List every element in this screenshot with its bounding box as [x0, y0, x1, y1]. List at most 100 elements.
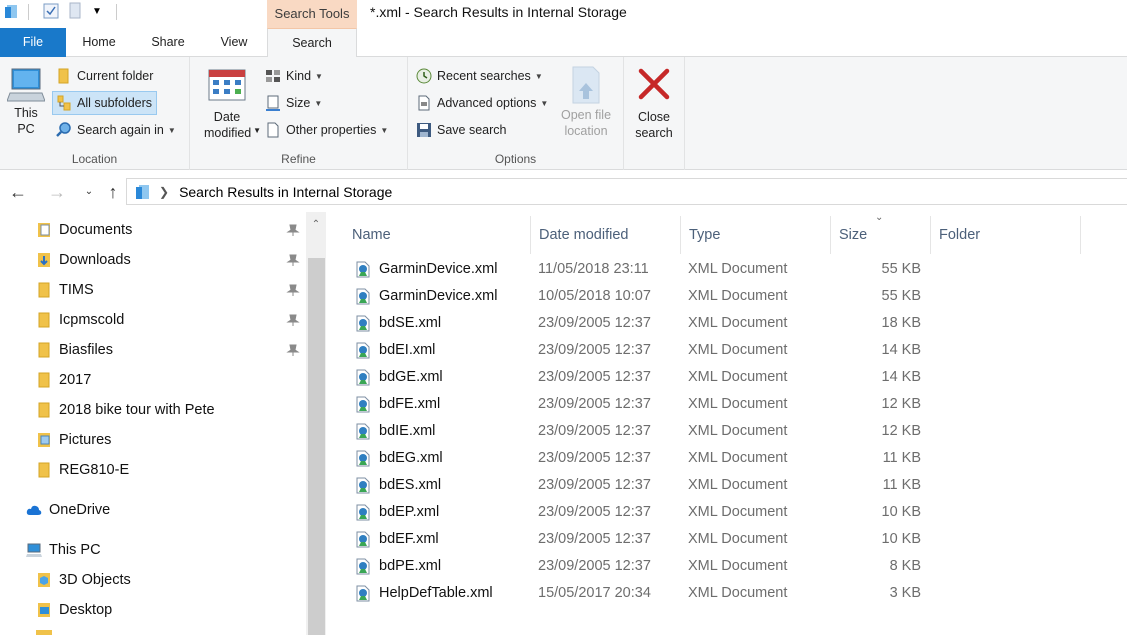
- column-header-folder[interactable]: Folder: [931, 216, 1081, 254]
- nav-item-2018-bike-tour[interactable]: 2018 bike tour with Pete: [36, 395, 215, 425]
- search-again-in-button[interactable]: Search again in ▼: [56, 119, 176, 141]
- table-row[interactable]: HelpDefTable.xml 15/05/2017 20:34 XML Docu…: [327, 580, 1127, 607]
- chevron-down-icon: ▼: [534, 71, 543, 81]
- file-type: XML Document: [688, 477, 788, 493]
- nav-item-2017[interactable]: 2017: [36, 365, 91, 395]
- folder-icon: [38, 342, 50, 358]
- table-row[interactable]: bdEG.xml 23/09/2005 12:37 XML Document 11 K…: [327, 445, 1127, 472]
- table-row[interactable]: GarminDevice.xml 11/05/2018 23:11 XML Docu…: [327, 256, 1127, 283]
- nav-item-desktop[interactable]: Desktop: [36, 595, 112, 625]
- file-name: bdEG.xml: [379, 450, 443, 466]
- chevron-down-icon: ▼: [540, 98, 549, 108]
- folder-icon: [38, 402, 50, 418]
- table-row[interactable]: bdFE.xml 23/09/2005 12:37 XML Document 12 K…: [327, 391, 1127, 418]
- new-folder-icon[interactable]: [68, 2, 88, 22]
- address-path[interactable]: Search Results in Internal Storage: [179, 184, 392, 200]
- pin-icon[interactable]: [286, 313, 300, 327]
- folder-icon: [38, 282, 50, 298]
- pin-icon[interactable]: [286, 253, 300, 267]
- current-folder-button[interactable]: Current folder: [56, 65, 153, 87]
- open-file-location-button[interactable]: Open file location: [556, 65, 616, 139]
- table-row[interactable]: bdEF.xml 23/09/2005 12:37 XML Document 10 K…: [327, 526, 1127, 553]
- nav-item-label: 3D Objects: [59, 572, 131, 588]
- tab-search[interactable]: Search: [267, 28, 357, 58]
- desktop-folder-icon: [38, 603, 50, 617]
- file-date-modified: 23/09/2005 12:37: [538, 477, 651, 493]
- breadcrumb-chevron-icon[interactable]: ❯: [159, 185, 169, 199]
- scroll-up-icon[interactable]: ⌃: [306, 212, 326, 238]
- file-size: 10 KB: [881, 504, 922, 520]
- customize-qat-icon[interactable]: ▼: [92, 0, 112, 20]
- nav-item-onedrive[interactable]: OneDrive: [26, 495, 110, 525]
- nav-item-pictures[interactable]: Pictures: [36, 425, 111, 455]
- save-search-button[interactable]: Save search: [416, 119, 506, 141]
- xml-file-icon: [356, 315, 370, 332]
- navigation-pane: Documents Downloads TIMS Icpmscold Biasf…: [0, 212, 326, 635]
- pin-icon[interactable]: [286, 283, 300, 297]
- table-row[interactable]: bdGE.xml 23/09/2005 12:37 XML Document 14 K…: [327, 364, 1127, 391]
- search-results-icon: [136, 184, 149, 199]
- file-name: bdFE.xml: [379, 396, 441, 412]
- pin-icon[interactable]: [286, 343, 300, 357]
- nav-item-3d-objects[interactable]: 3D Objects: [36, 565, 131, 595]
- nav-item-reg810-e[interactable]: REG810-E: [36, 455, 129, 485]
- nav-item-biasfiles[interactable]: Biasfiles: [36, 335, 113, 365]
- table-row[interactable]: bdEI.xml 23/09/2005 12:37 XML Document 14 K…: [327, 337, 1127, 364]
- recent-searches-button[interactable]: Recent searches ▼: [416, 65, 543, 87]
- nav-item-icpmscold[interactable]: Icpmscold: [36, 305, 124, 335]
- tab-home[interactable]: Home: [66, 28, 132, 57]
- column-header-type[interactable]: Type: [681, 216, 831, 254]
- nav-item-this-pc[interactable]: This PC: [26, 535, 101, 565]
- tab-file[interactable]: File: [0, 28, 66, 57]
- file-name: bdEF.xml: [379, 531, 439, 547]
- back-arrow-icon[interactable]: ←: [7, 178, 29, 206]
- this-pc-button[interactable]: This PC: [4, 67, 48, 137]
- nav-item-tims[interactable]: TIMS: [36, 275, 94, 305]
- close-search-label: Close search: [635, 110, 673, 140]
- other-properties-button[interactable]: Other properties ▼: [265, 119, 388, 141]
- nav-item-downloads[interactable]: Downloads: [36, 245, 131, 275]
- explorer-app-icon[interactable]: [4, 2, 24, 22]
- table-row[interactable]: bdPE.xml 23/09/2005 12:37 XML Document 8 KB: [327, 553, 1127, 580]
- file-size: 11 KB: [882, 450, 921, 466]
- nav-item-label: Pictures: [59, 432, 112, 448]
- cloud-icon: [26, 505, 42, 515]
- file-date-modified: 23/09/2005 12:37: [538, 369, 651, 385]
- recent-locations-chevron-icon[interactable]: ⌄: [78, 178, 100, 206]
- file-size: 3 KB: [889, 585, 921, 601]
- properties-icon[interactable]: [42, 2, 62, 22]
- date-modified-button[interactable]: Date modified ▼: [202, 67, 261, 141]
- table-row[interactable]: bdEP.xml 23/09/2005 12:37 XML Document 10 K…: [327, 499, 1127, 526]
- table-row[interactable]: bdES.xml 23/09/2005 12:37 XML Document 11 K…: [327, 472, 1127, 499]
- advanced-options-icon: [418, 95, 430, 111]
- close-search-button[interactable]: Close search: [628, 67, 680, 141]
- xml-file-icon: [356, 396, 370, 413]
- pin-icon[interactable]: [286, 223, 300, 237]
- nav-item-documents[interactable]: Documents: [36, 215, 132, 245]
- group-label-options: Options: [494, 152, 537, 166]
- tab-share[interactable]: Share: [134, 28, 202, 57]
- scrollbar-thumb[interactable]: [308, 258, 325, 635]
- open-file-location-label: Open file location: [560, 108, 612, 138]
- file-name: bdEP.xml: [379, 504, 440, 520]
- table-row[interactable]: GarminDevice.xml 10/05/2018 10:07 XML Docu…: [327, 283, 1127, 310]
- column-header-name[interactable]: Name: [344, 216, 531, 254]
- nav-item-label: REG810-E: [59, 462, 130, 478]
- forward-arrow-icon[interactable]: →: [46, 178, 68, 206]
- size-button[interactable]: Size ▼: [265, 92, 322, 114]
- ribbon-group-close: Close search: [624, 57, 685, 170]
- all-subfolders-button[interactable]: All subfolders: [52, 91, 158, 115]
- nav-item-label: Biasfiles: [59, 342, 113, 358]
- column-header-date-modified[interactable]: Date modified: [531, 216, 681, 254]
- up-arrow-icon[interactable]: ↑: [102, 178, 124, 206]
- nav-item-label: OneDrive: [49, 502, 111, 518]
- advanced-options-button[interactable]: Advanced options ▼: [416, 92, 548, 114]
- tab-view[interactable]: View: [202, 28, 266, 57]
- table-row[interactable]: bdSE.xml 23/09/2005 12:37 XML Document 18 K…: [327, 310, 1127, 337]
- table-row[interactable]: bdIE.xml 23/09/2005 12:37 XML Document 12 K…: [327, 418, 1127, 445]
- kind-button[interactable]: Kind ▼: [265, 65, 323, 87]
- file-type: XML Document: [688, 504, 788, 520]
- address-bar[interactable]: ❯ Search Results in Internal Storage: [126, 178, 1127, 205]
- file-type: XML Document: [688, 396, 788, 412]
- file-size: 11 KB: [882, 477, 921, 493]
